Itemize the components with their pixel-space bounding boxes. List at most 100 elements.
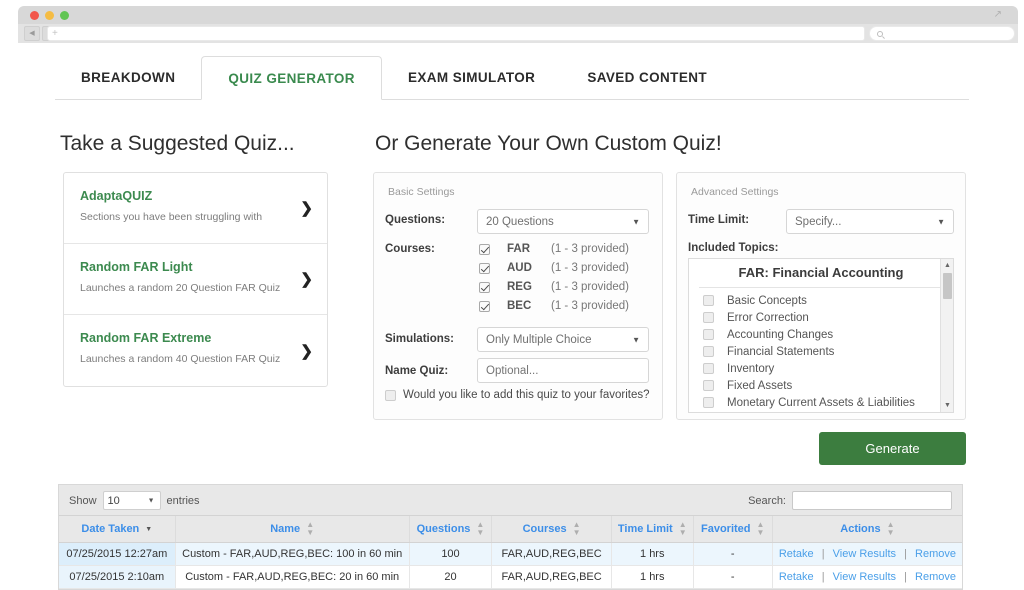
retake-link[interactable]: Retake	[779, 571, 814, 583]
view-results-link[interactable]: View Results	[833, 548, 896, 560]
minimize-window-button[interactable]	[45, 11, 54, 20]
table-search-control: Search:	[748, 491, 952, 510]
scroll-up-arrow-icon[interactable]: ▲	[941, 259, 953, 272]
topic-label: Fixed Assets	[727, 379, 793, 392]
topic-item[interactable]: Fixed Assets	[689, 377, 953, 394]
expand-icon[interactable]: ↗	[994, 9, 1002, 20]
name-quiz-input[interactable]	[477, 358, 649, 383]
checkbox-topic[interactable]	[703, 329, 714, 340]
topic-label: Monetary Current Assets & Liabilities	[727, 396, 915, 409]
scroll-down-arrow-icon[interactable]: ▼	[941, 399, 953, 412]
checkbox-topic[interactable]	[703, 312, 714, 323]
chevron-down-icon: ▼	[632, 217, 640, 226]
course-option-bec[interactable]: BEC (1 - 3 provided)	[479, 300, 629, 312]
column-header-name[interactable]: Name ▲ ▼	[175, 516, 410, 543]
topics-scrollbar[interactable]: ▲ ▼	[940, 259, 953, 412]
column-header-courses[interactable]: Courses ▲ ▼	[491, 516, 612, 543]
sort-toggle-icon: ▲ ▼	[572, 520, 581, 537]
topic-item[interactable]: Monetary Current Assets & Liabilities	[689, 394, 953, 411]
tab-saved-content[interactable]: SAVED CONTENT	[561, 55, 733, 100]
time-limit-select[interactable]: Specify... ▼	[786, 209, 954, 234]
checkbox-topic[interactable]	[703, 397, 714, 408]
checkbox-far[interactable]	[479, 243, 490, 255]
tab-quiz-generator[interactable]: QUIZ GENERATOR	[201, 56, 382, 100]
window-controls[interactable]	[30, 11, 69, 20]
courses-label: Courses:	[385, 243, 435, 255]
table-head: Date Taken ▼ Name ▲ ▼ Questions ▲ ▼ Cour…	[59, 516, 962, 543]
checkbox-topic[interactable]	[703, 380, 714, 391]
list-item[interactable]: Random FAR Light Launches a random 20 Qu…	[64, 244, 327, 315]
retake-link[interactable]: Retake	[779, 548, 814, 560]
simulations-select[interactable]: Only Multiple Choice ▼	[477, 327, 649, 352]
browser-titlebar	[18, 6, 1018, 24]
course-code: REG	[507, 281, 532, 293]
checkbox-bec[interactable]	[479, 300, 490, 312]
table-body: 07/25/2015 12:27am Custom - FAR,AUD,REG,…	[59, 542, 962, 589]
column-header-time-limit[interactable]: Time Limit ▲ ▼	[611, 516, 694, 543]
course-note: (1 - 3 provided)	[551, 243, 629, 255]
custom-quiz-heading: Or Generate Your Own Custom Quiz!	[375, 132, 722, 155]
list-item[interactable]: AdaptaQUIZ Sections you have been strugg…	[64, 173, 327, 244]
view-results-link[interactable]: View Results	[833, 571, 896, 583]
browser-search-field[interactable]	[869, 26, 1015, 41]
course-note: (1 - 3 provided)	[551, 300, 629, 312]
quiz-history-table: Show 10 ▼ entries Search: Date Taken ▼ N…	[58, 484, 963, 590]
checkbox-topic[interactable]	[703, 346, 714, 357]
list-item[interactable]: Random FAR Extreme Launches a random 40 …	[64, 315, 327, 386]
column-header-favorited[interactable]: Favorited ▲ ▼	[693, 516, 773, 543]
show-label: Show	[69, 494, 97, 507]
cell-name: Custom - FAR,AUD,REG,BEC: 20 in 60 min	[175, 565, 410, 589]
checkbox-reg[interactable]	[479, 281, 490, 293]
search-input[interactable]	[792, 491, 952, 510]
generate-button[interactable]: Generate	[819, 432, 966, 465]
name-quiz-label-row: Name Quiz:	[385, 365, 448, 377]
cell-questions: 100	[409, 542, 493, 566]
column-label: Time Limit	[617, 523, 673, 535]
new-tab-button[interactable]: +	[52, 28, 58, 39]
topic-item[interactable]: Financial Statements	[689, 343, 953, 360]
topic-item[interactable]: Error Correction	[689, 309, 953, 326]
cell-questions: 20	[409, 565, 493, 589]
questions-label: Questions:	[385, 214, 446, 226]
entries-label: entries	[166, 494, 200, 507]
questions-select[interactable]: 20 Questions ▼	[477, 209, 649, 234]
action-separator: |	[904, 548, 907, 560]
time-limit-select-value: Specify...	[795, 215, 842, 228]
time-limit-label-row: Time Limit:	[688, 214, 749, 226]
tab-breakdown[interactable]: BREAKDOWN	[55, 55, 201, 100]
topic-item[interactable]: Inventory	[689, 360, 953, 377]
course-code: BEC	[507, 300, 532, 312]
column-header-date-taken[interactable]: Date Taken ▼	[59, 516, 176, 543]
table-row[interactable]: 07/25/2015 12:27am Custom - FAR,AUD,REG,…	[59, 542, 962, 566]
magnifier-icon	[877, 30, 883, 37]
topic-label: Inventory	[727, 362, 775, 375]
topic-label: Basic Concepts	[727, 294, 807, 307]
tab-exam-simulator[interactable]: EXAM SIMULATOR	[382, 55, 561, 100]
column-header-actions[interactable]: Actions ▲ ▼	[772, 516, 962, 543]
checkbox-favorite[interactable]	[385, 389, 396, 401]
course-option-reg[interactable]: REG (1 - 3 provided)	[479, 281, 629, 293]
close-window-button[interactable]	[30, 11, 39, 20]
table-row[interactable]: 07/25/2015 2:10am Custom - FAR,AUD,REG,B…	[59, 565, 962, 589]
address-bar[interactable]	[47, 26, 865, 41]
page-size-select[interactable]: 10 ▼	[102, 491, 161, 510]
column-header-questions[interactable]: Questions ▲ ▼	[409, 516, 493, 543]
course-option-aud[interactable]: AUD (1 - 3 provided)	[479, 262, 629, 274]
remove-link[interactable]: Remove	[915, 548, 956, 560]
course-note: (1 - 3 provided)	[551, 262, 629, 274]
checkbox-topic[interactable]	[703, 363, 714, 374]
checkbox-topic[interactable]	[703, 295, 714, 306]
favorite-quiz-option[interactable]: Would you like to add this quiz to your …	[385, 389, 650, 401]
name-quiz-label: Name Quiz:	[385, 365, 449, 377]
topic-item[interactable]: Accounting Changes	[689, 326, 953, 343]
scrollbar-thumb[interactable]	[943, 273, 952, 299]
back-arrow-icon[interactable]: ◀	[24, 26, 40, 41]
remove-link[interactable]: Remove	[915, 571, 956, 583]
sort-toggle-icon: ▲ ▼	[678, 520, 687, 537]
topic-item[interactable]: Basic Concepts	[689, 292, 953, 309]
column-label: Courses	[522, 523, 567, 535]
sort-descending-icon: ▼	[145, 525, 153, 533]
maximize-window-button[interactable]	[60, 11, 69, 20]
course-option-far[interactable]: FAR (1 - 3 provided)	[479, 243, 629, 255]
checkbox-aud[interactable]	[479, 262, 490, 274]
